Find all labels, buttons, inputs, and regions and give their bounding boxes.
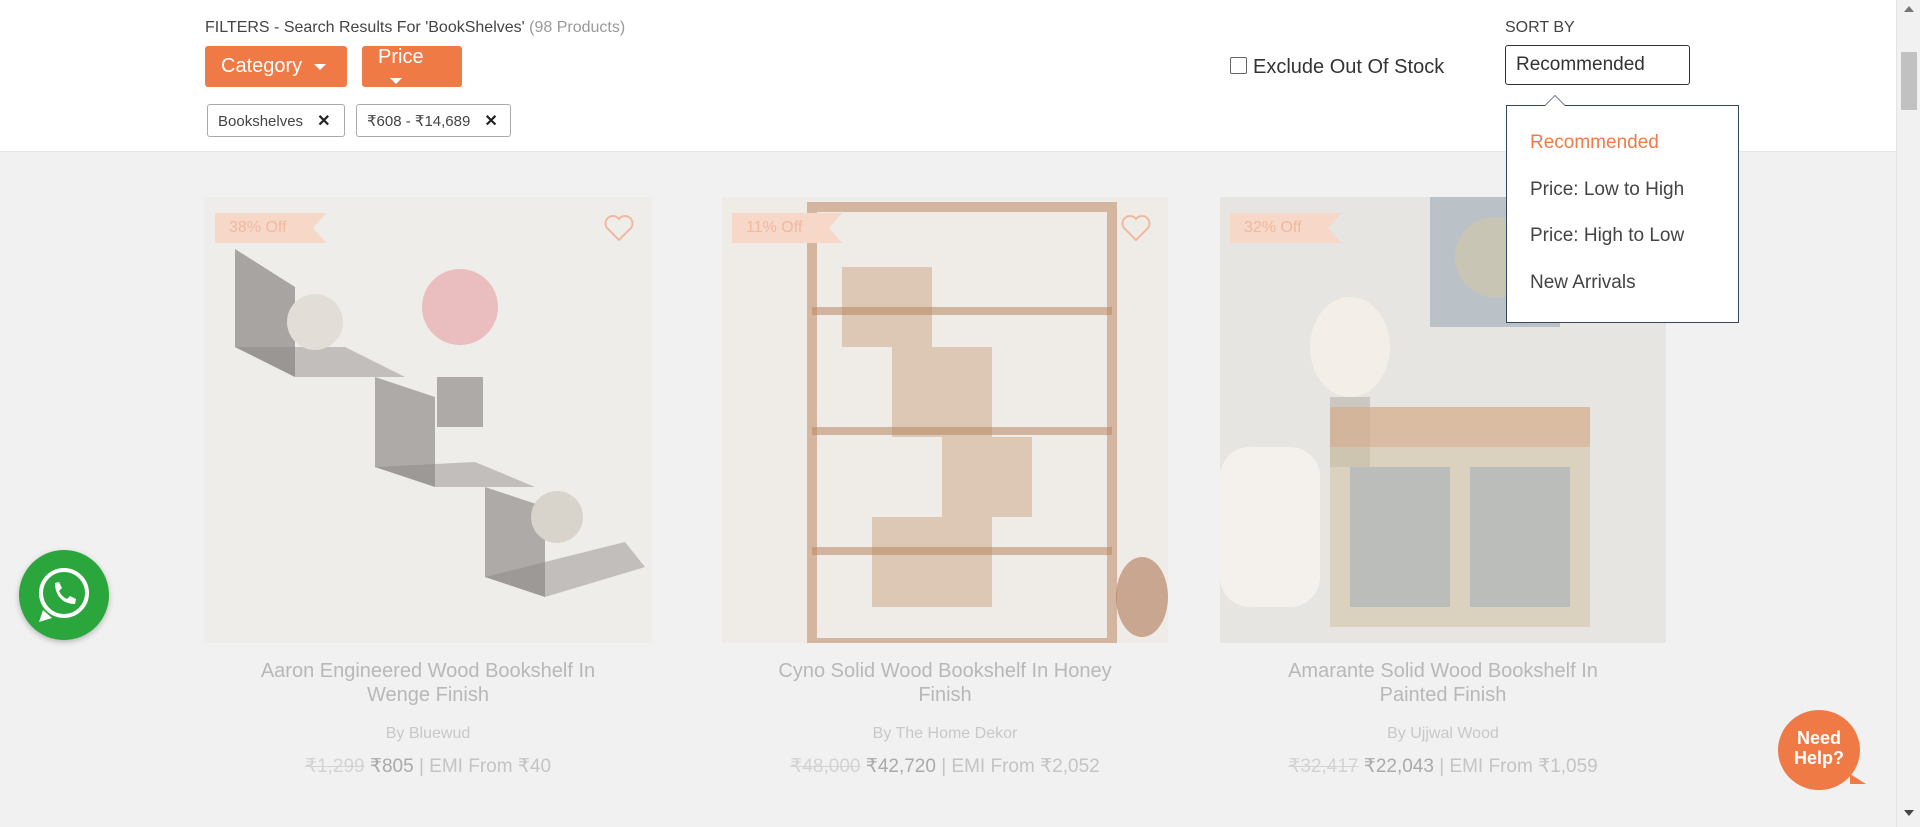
scroll-thumb[interactable] [1901, 52, 1917, 110]
exclude-out-of-stock-toggle[interactable]: Exclude Out Of Stock [1230, 56, 1444, 79]
caret-down-icon [390, 77, 402, 84]
sort-option-new-arrivals[interactable]: New Arrivals [1530, 272, 1636, 294]
exclude-out-of-stock-label: Exclude Out Of Stock [1253, 56, 1445, 78]
sort-dropdown-menu: Recommended Price: Low to High Price: Hi… [1506, 95, 1739, 323]
sort-option-price-high-low[interactable]: Price: High to Low [1530, 225, 1684, 247]
sort-select[interactable]: Recommended [1505, 45, 1690, 85]
emi-text: | EMI From ₹1,059 [1439, 756, 1598, 777]
mrp-price: ₹32,417 [1288, 756, 1359, 777]
sale-price: ₹42,720 [865, 756, 936, 777]
discount-badge: 32% Off [1230, 213, 1342, 243]
category-filter-label: Category [221, 55, 303, 77]
scroll-up-arrow-icon[interactable] [1904, 6, 1914, 12]
sort-by-label: SORT BY [1505, 19, 1575, 36]
product-card[interactable]: 11% Off Cyno Solid Wood Bookshelf In Hon… [722, 197, 1168, 778]
discount-badge: 38% Off [215, 213, 327, 243]
exclude-out-of-stock-checkbox[interactable] [1230, 57, 1247, 74]
product-image[interactable]: 11% Off [722, 197, 1168, 643]
whatsapp-button[interactable] [19, 550, 109, 640]
product-price-line: ₹1,299 ₹805 | EMI From ₹40 [205, 755, 651, 778]
sort-option-price-low-high[interactable]: Price: Low to High [1530, 179, 1684, 201]
scroll-down-arrow-icon[interactable] [1904, 810, 1914, 816]
product-brand[interactable]: By The Home Dekor [722, 725, 1168, 743]
product-price-line: ₹48,000 ₹42,720 | EMI From ₹2,052 [722, 755, 1168, 778]
product-title[interactable]: Cyno Solid Wood Bookshelf In Honey Finis… [722, 659, 1168, 707]
product-brand[interactable]: By Bluewud [205, 725, 651, 743]
product-title[interactable]: Amarante Solid Wood Bookshelf In Painted… [1220, 659, 1666, 707]
product-title[interactable]: Aaron Engineered Wood Bookshelf In Wenge… [205, 659, 651, 707]
emi-text: | EMI From ₹40 [418, 756, 552, 777]
filters-heading: FILTERS - Search Results For 'BookShelve… [205, 19, 625, 37]
emi-text: | EMI From ₹2,052 [941, 756, 1100, 777]
active-filter-chip-category: Bookshelves ✕ [207, 104, 345, 137]
close-icon[interactable]: ✕ [317, 113, 330, 130]
discount-badge: 11% Off [732, 213, 843, 243]
need-help-button[interactable]: Need Help? [1778, 710, 1866, 790]
product-card[interactable]: 38% Off Aaron Engineered Wood Bookshelf … [205, 197, 651, 778]
filters-search-text: FILTERS - Search Results For 'BookShelve… [205, 19, 525, 36]
active-filter-chip-price: ₹608 - ₹14,689 ✕ [356, 104, 511, 137]
product-photo [722, 197, 1168, 643]
sale-price: ₹805 [369, 756, 414, 777]
caret-down-icon [314, 63, 327, 70]
chip-label: ₹608 - ₹14,689 [367, 113, 471, 130]
close-icon[interactable]: ✕ [484, 113, 497, 130]
heart-outline-icon[interactable] [1120, 213, 1152, 243]
product-photo [205, 197, 651, 643]
price-filter-button[interactable]: Price [362, 46, 462, 87]
product-brand[interactable]: By Ujjwal Wood [1220, 725, 1666, 743]
sale-price: ₹22,043 [1363, 756, 1434, 777]
product-image[interactable]: 38% Off [205, 197, 651, 643]
product-price-line: ₹32,417 ₹22,043 | EMI From ₹1,059 [1220, 755, 1666, 778]
mrp-price: ₹1,299 [304, 756, 365, 777]
page-scrollbar[interactable] [1896, 0, 1920, 827]
results-count: (98 Products) [529, 19, 626, 36]
category-filter-button[interactable]: Category [205, 46, 347, 87]
menu-pointer-fill [1545, 96, 1565, 106]
price-filter-label: Price [378, 46, 424, 68]
whatsapp-icon [39, 568, 89, 622]
heart-outline-icon[interactable] [603, 213, 635, 243]
mrp-price: ₹48,000 [790, 756, 861, 777]
chip-label: Bookshelves [218, 113, 304, 130]
sort-option-recommended[interactable]: Recommended [1530, 132, 1659, 154]
